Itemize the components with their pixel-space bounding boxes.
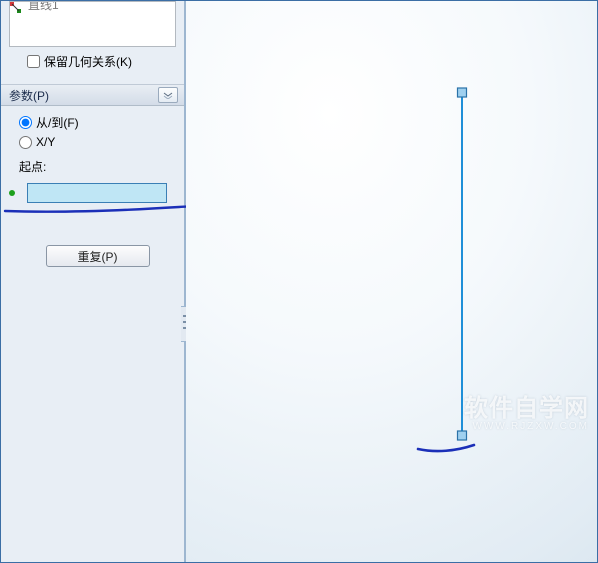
repeat-button[interactable]: 重复(P) — [46, 245, 150, 267]
collapse-toggle[interactable] — [158, 87, 178, 103]
mode-xy-radio[interactable]: X/Y — [19, 132, 176, 152]
keep-relations-input[interactable] — [27, 55, 40, 68]
sketch-overlay — [186, 1, 597, 562]
mode-from-to-label: 从/到(F) — [36, 114, 79, 131]
keep-relations-label: 保留几何关系(K) — [44, 53, 132, 70]
params-section-body: 从/到(F) X/Y 起点: 重复(P) — [1, 106, 184, 277]
selection-item-label: 直线1 — [28, 1, 59, 13]
property-panel: 直线1 保留几何关系(K) 参数(P) 从/到(F) — [1, 1, 186, 562]
start-point-row — [19, 183, 176, 207]
mode-from-to-radio[interactable]: 从/到(F) — [19, 112, 176, 132]
mode-from-to-input[interactable] — [19, 116, 32, 129]
endpoint-handle-bottom[interactable] — [458, 431, 467, 440]
params-section-title: 参数(P) — [9, 87, 49, 104]
point-indicator-icon — [9, 190, 15, 196]
mode-xy-label: X/Y — [36, 135, 55, 149]
line-entity-icon — [9, 1, 26, 18]
endpoint-handle-top[interactable] — [458, 88, 467, 97]
selection-listbox[interactable]: 直线1 — [9, 1, 176, 47]
graphics-viewport[interactable]: 软件自学网 WWW.RJZXW.COM — [186, 1, 597, 562]
tree-area: 直线1 保留几何关系(K) — [1, 1, 184, 76]
annotation-underline-canvas — [418, 445, 474, 451]
chevron-up-icon — [163, 91, 173, 99]
start-point-label: 起点: — [19, 158, 176, 175]
params-section-header[interactable]: 参数(P) — [1, 84, 184, 106]
app-frame: 直线1 保留几何关系(K) 参数(P) 从/到(F) — [0, 0, 598, 563]
keep-relations-checkbox[interactable]: 保留几何关系(K) — [9, 53, 176, 70]
mode-xy-input[interactable] — [19, 136, 32, 149]
start-point-input[interactable] — [27, 183, 167, 203]
